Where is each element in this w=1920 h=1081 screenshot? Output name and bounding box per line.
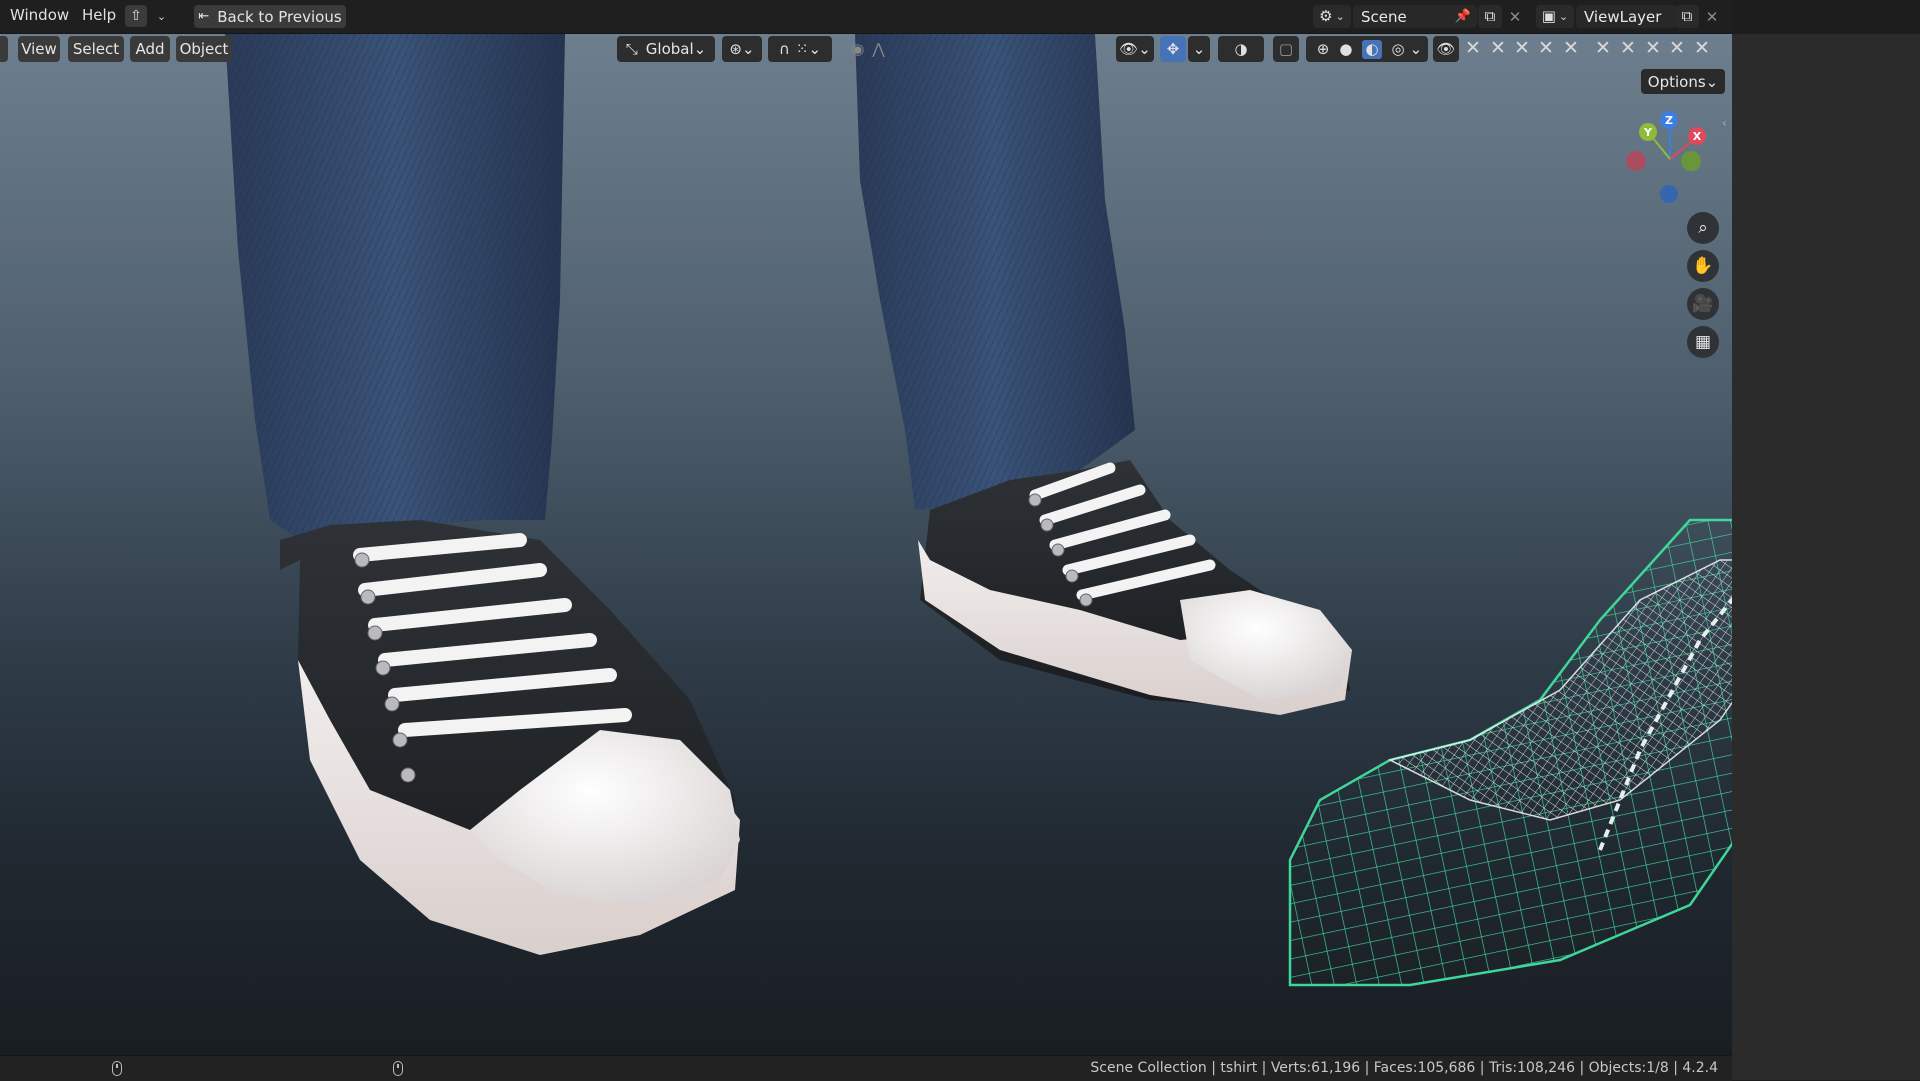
- proportional-icon: ◉: [851, 39, 865, 58]
- left-pant-leg: [225, 34, 565, 540]
- proportional-edit-toggle[interactable]: ◉ ⋀: [838, 36, 898, 62]
- eye-icon: 👁: [1436, 39, 1456, 58]
- wireframe-shading-icon[interactable]: ⊕: [1317, 41, 1330, 57]
- solid-shading-icon[interactable]: ●: [1339, 41, 1352, 57]
- menu-window[interactable]: Window: [0, 0, 79, 33]
- editor-type-edge[interactable]: [0, 36, 8, 62]
- right-pant-leg: [855, 34, 1135, 510]
- collapse-sidebar-icon[interactable]: ‹: [1722, 116, 1727, 130]
- restrict-toggle-icon[interactable]: ✕: [1536, 36, 1556, 60]
- restrict-toggle-icon[interactable]: ✕: [1618, 36, 1638, 60]
- material-shading-icon[interactable]: ◐: [1362, 39, 1382, 59]
- gizmo-neg-y-axis[interactable]: [1681, 151, 1701, 171]
- hand-pan-icon[interactable]: ✋: [1687, 250, 1719, 282]
- delete-viewlayer-icon[interactable]: ✕: [1701, 5, 1723, 28]
- gizmo-icon: ✥: [1166, 39, 1180, 58]
- mouse-left-icon: [112, 1061, 122, 1076]
- restrict-toggle-icon[interactable]: ✕: [1593, 36, 1613, 60]
- scene-icon: ⚙: [1319, 7, 1333, 25]
- new-scene-icon[interactable]: ⧉: [1478, 5, 1502, 28]
- rendered-shading-icon[interactable]: ◎: [1392, 41, 1405, 57]
- restrict-toggle-icon[interactable]: ✕: [1692, 36, 1712, 60]
- scene-statistics: Scene Collection | tshirt | Verts:61,196…: [1090, 1060, 1718, 1076]
- visibility-eye-button[interactable]: 👁: [1433, 36, 1459, 62]
- chevron-down-icon[interactable]: ⌄: [1410, 40, 1423, 58]
- back-icon: ⇤: [198, 9, 210, 24]
- viewlayer-browse-button[interactable]: ▣ ⌄: [1536, 5, 1574, 28]
- restrict-toggle-icon[interactable]: ✕: [1561, 36, 1581, 60]
- top-bar: Window Help ⇧ ⌄ ⇤ Back to Previous ⚙ ⌄ Sc…: [0, 0, 1733, 34]
- gizmo-dropdown[interactable]: ⌄: [1188, 36, 1210, 62]
- perspective-grid-icon[interactable]: ▦: [1687, 326, 1719, 358]
- snap-toggle[interactable]: ∩ ⁙ ⌄: [768, 36, 832, 62]
- pin-icon[interactable]: 📌: [1451, 5, 1475, 28]
- gizmo-neg-z-axis[interactable]: [1660, 185, 1678, 203]
- object-visibility-dropdown[interactable]: 👁 ⌄: [1116, 36, 1154, 62]
- menu-object[interactable]: Object: [176, 36, 232, 62]
- gizmo-toggle[interactable]: ✥: [1160, 36, 1186, 62]
- upload-icon[interactable]: ⇧: [125, 5, 147, 27]
- new-viewlayer-icon[interactable]: ⧉: [1675, 5, 1699, 28]
- gizmo-y-axis[interactable]: Y: [1639, 123, 1657, 141]
- options-dropdown[interactable]: Options ⌄: [1641, 69, 1725, 94]
- transform-orientation-value: Global: [645, 40, 694, 58]
- xray-icon: ▢: [1278, 39, 1294, 58]
- left-sneaker: [280, 520, 740, 955]
- back-to-previous-label: Back to Previous: [217, 7, 342, 26]
- gizmo-z-axis[interactable]: Z: [1660, 111, 1678, 129]
- magnet-icon: ∩: [778, 39, 790, 58]
- snap-grid-icon: ⁙: [795, 39, 809, 58]
- scene-render: [225, 34, 1732, 987]
- restrict-toggle-icon[interactable]: ✕: [1512, 36, 1532, 60]
- transform-orientation-dropdown[interactable]: ⤡ Global ⌄: [617, 36, 715, 62]
- menu-add[interactable]: Add: [130, 36, 170, 62]
- chevron-down-icon[interactable]: ⌄: [150, 5, 170, 27]
- pivot-point-dropdown[interactable]: ⊛ ⌄: [722, 36, 762, 62]
- chevron-down-icon: ⌄: [1705, 72, 1719, 91]
- restrict-toggle-icon[interactable]: ✕: [1667, 36, 1687, 60]
- pivot-icon: ⊛: [729, 39, 742, 58]
- camera-view-icon[interactable]: 🎥: [1687, 288, 1719, 320]
- scene-browse-button[interactable]: ⚙ ⌄: [1313, 5, 1351, 28]
- right-panel-edge: [1732, 34, 1920, 1080]
- restrict-toggle-icon[interactable]: ✕: [1463, 36, 1483, 60]
- eye-pointer-icon: 👁: [1119, 39, 1139, 58]
- viewlayer-name-field[interactable]: ViewLayer: [1576, 5, 1676, 28]
- menu-view[interactable]: View: [18, 36, 60, 62]
- options-label: Options: [1647, 72, 1706, 91]
- xray-toggle[interactable]: ▢: [1273, 36, 1299, 62]
- gizmo-x-axis[interactable]: X: [1688, 127, 1706, 145]
- viewlayer-name: ViewLayer: [1584, 7, 1662, 26]
- falloff-curve-icon: ⋀: [872, 39, 885, 58]
- 3d-viewport[interactable]: View Select Add Object ⤡ Global ⌄ ⊛ ⌄ ∩ ⁙…: [0, 34, 1732, 1054]
- orientation-icon: ⤡: [625, 39, 638, 58]
- mouse-right-icon: [393, 1061, 403, 1076]
- right-sneaker: [918, 460, 1352, 715]
- image-icon: ▣: [1541, 7, 1556, 25]
- overlay-icon: ◑: [1234, 39, 1248, 58]
- chevron-down-icon: ⌄: [693, 40, 707, 58]
- status-bar: Scene Collection | tshirt | Verts:61,196…: [0, 1055, 1732, 1081]
- overlays-toggle[interactable]: ◑: [1218, 36, 1264, 62]
- delete-scene-icon[interactable]: ✕: [1504, 5, 1526, 28]
- menu-help[interactable]: Help: [72, 0, 126, 33]
- wireframe-sneaker: [1288, 518, 1732, 987]
- menu-select[interactable]: Select: [68, 36, 124, 62]
- restrict-toggle-icon[interactable]: ✕: [1488, 36, 1508, 60]
- shading-mode-group: ⊕ ● ◐ ◎ ⌄: [1306, 36, 1428, 62]
- restrict-toggle-icon[interactable]: ✕: [1643, 36, 1663, 60]
- back-to-previous-button[interactable]: ⇤ Back to Previous: [194, 5, 346, 28]
- scene-name: Scene: [1361, 7, 1407, 26]
- zoom-icon[interactable]: ⌕: [1687, 212, 1719, 244]
- gizmo-neg-x-axis[interactable]: [1626, 151, 1646, 171]
